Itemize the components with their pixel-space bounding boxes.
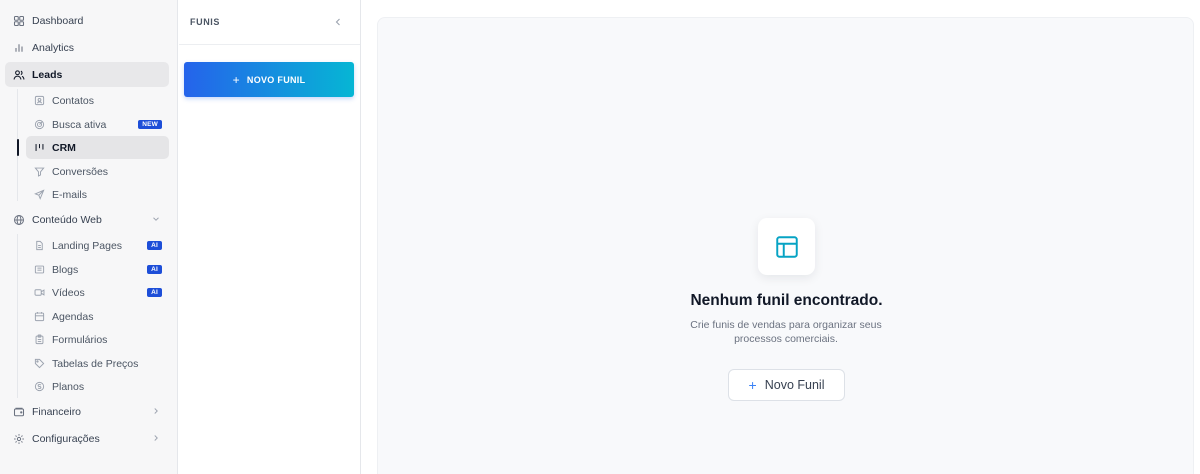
ai-badge: AI xyxy=(147,241,162,250)
coin-icon xyxy=(33,381,45,393)
chevron-right-icon xyxy=(154,435,158,441)
funis-header: FUNIS xyxy=(179,0,360,45)
funis-panel: FUNIS + NOVO FUNIL xyxy=(179,0,361,474)
nav-videos[interactable]: Vídeos AI xyxy=(26,281,169,304)
globe-icon xyxy=(12,213,25,226)
gear-icon xyxy=(12,432,25,445)
grid-icon xyxy=(12,14,25,27)
nav-formularios-label: Formulários xyxy=(52,333,108,346)
calendar-icon xyxy=(33,311,45,323)
contact-card-icon xyxy=(33,95,45,107)
nav-agendas[interactable]: Agendas xyxy=(26,305,169,328)
ai-badge: AI xyxy=(147,288,162,297)
active-indicator xyxy=(17,139,19,156)
nav-configuracoes[interactable]: Configurações xyxy=(5,426,169,451)
nav-tabelas-precos-label: Tabelas de Preços xyxy=(52,357,139,370)
nav-leads[interactable]: Leads xyxy=(5,62,169,87)
kanban-icon xyxy=(33,142,45,154)
nav-leads-label: Leads xyxy=(32,68,63,81)
file-icon xyxy=(33,240,45,252)
nav-crm[interactable]: CRM xyxy=(26,136,169,159)
nav-dashboard-label: Dashboard xyxy=(32,14,84,27)
nav-configuracoes-label: Configurações xyxy=(32,432,100,445)
nav-blogs-label: Blogs xyxy=(52,263,79,276)
plus-icon: + xyxy=(748,377,757,393)
nav-conteudo-web[interactable]: Conteúdo Web xyxy=(5,207,169,232)
nav-financeiro-label: Financeiro xyxy=(32,405,82,418)
nav-planos-label: Planos xyxy=(52,380,85,393)
new-badge: NEW xyxy=(138,120,162,129)
layout-icon xyxy=(758,218,815,275)
nav-analytics-label: Analytics xyxy=(32,41,75,54)
nav-planos[interactable]: Planos xyxy=(26,375,169,398)
nav-conversoes-label: Conversões xyxy=(52,165,109,178)
nav-conversoes[interactable]: Conversões xyxy=(26,160,169,183)
nav-emails[interactable]: E-mails xyxy=(26,183,169,206)
nav-busca-ativa-label: Busca ativa xyxy=(52,118,107,131)
clipboard-icon xyxy=(33,334,45,346)
nav-dashboard[interactable]: Dashboard xyxy=(5,8,169,33)
nav-landing-pages[interactable]: Landing Pages AI xyxy=(26,234,169,257)
radar-icon xyxy=(33,119,45,131)
nav-contatos[interactable]: Contatos xyxy=(26,89,169,112)
funis-title: FUNIS xyxy=(190,17,220,27)
nav-crm-label: CRM xyxy=(52,141,76,154)
tree-line-conteudo xyxy=(17,234,18,398)
nav-videos-label: Vídeos xyxy=(52,286,85,299)
new-funnel-label: NOVO FUNIL xyxy=(246,74,306,85)
filter-icon xyxy=(33,166,45,178)
empty-new-funnel-button[interactable]: + Novo Funil xyxy=(728,369,845,401)
empty-new-funnel-label: Novo Funil xyxy=(764,378,825,392)
wallet-icon xyxy=(12,405,25,418)
nav-agendas-label: Agendas xyxy=(52,310,94,323)
send-icon xyxy=(33,189,45,201)
video-icon xyxy=(33,287,45,299)
empty-state-description: Crie funis de vendas para organizar seus… xyxy=(690,319,882,345)
nav-tabelas-precos[interactable]: Tabelas de Preços xyxy=(26,352,169,375)
nav-landing-pages-label: Landing Pages xyxy=(52,239,123,252)
nav-contatos-label: Contatos xyxy=(52,94,95,107)
chevron-right-icon xyxy=(154,408,158,414)
chevron-down-icon xyxy=(153,217,159,221)
main-content: Nenhum funil encontrado. Crie funis de v… xyxy=(377,17,1194,474)
nav-busca-ativa[interactable]: Busca ativa NEW xyxy=(26,113,169,136)
nav-financeiro[interactable]: Financeiro xyxy=(5,399,169,424)
collapse-panel-button[interactable] xyxy=(332,16,344,28)
newspaper-icon xyxy=(33,264,45,276)
nav-emails-label: E-mails xyxy=(52,188,88,201)
nav-analytics[interactable]: Analytics xyxy=(5,35,169,60)
plus-icon: + xyxy=(232,72,240,87)
empty-state-title: Nenhum funil encontrado. xyxy=(690,292,883,309)
nav-blogs[interactable]: Blogs AI xyxy=(26,258,169,281)
sidebar: Dashboard Analytics Leads Contatos Busca… xyxy=(0,0,178,474)
ai-badge: AI xyxy=(147,265,162,274)
users-icon xyxy=(12,68,25,81)
new-funnel-button[interactable]: + NOVO FUNIL xyxy=(184,62,354,97)
bar-chart-icon xyxy=(12,41,25,54)
nav-conteudo-web-label: Conteúdo Web xyxy=(32,213,102,226)
tag-icon xyxy=(33,358,45,370)
nav-formularios[interactable]: Formulários xyxy=(26,328,169,351)
